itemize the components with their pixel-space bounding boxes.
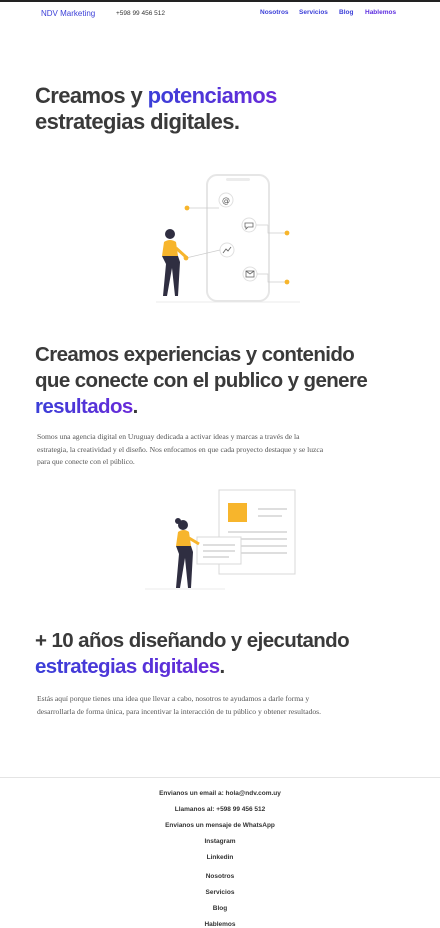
documents-person-illustration <box>145 489 296 590</box>
agency-description-line1: Somos una agencia digital en Uruguay ded… <box>37 432 300 441</box>
top-navbar: NDV Marketing +598 99 456 512 Nosotros S… <box>0 0 440 24</box>
agency-description: Somos una agencia digital en Uruguay ded… <box>37 431 403 469</box>
idea-description-line2: desarrollarla de forma única, para incen… <box>37 706 322 716</box>
footer-link-blog[interactable]: Blog <box>0 905 440 912</box>
experiences-heading-line1: Creamos experiencias y contenido <box>35 343 355 366</box>
nav-blog[interactable]: Blog <box>339 9 353 16</box>
hero-title-start: Creamos y <box>35 83 148 108</box>
footer-call-link[interactable]: Llamanos al: +598 99 456 512 <box>0 806 440 813</box>
footer-link-servicios[interactable]: Servicios <box>0 889 440 896</box>
hero-title-accent: potenciamos <box>147 83 278 108</box>
footer-email-link[interactable]: Envianos un email a: hola@ndv.com.uy <box>0 790 440 797</box>
experiences-heading-accent: resultados <box>35 395 133 418</box>
footer-link-hablemos[interactable]: Hablemos <box>0 921 440 928</box>
experiences-heading-line2: que conecte con el publico y genere <box>35 369 368 392</box>
experience-years-heading: + 10 años diseñando y ejecutando estrate… <box>35 628 350 680</box>
svg-text:@: @ <box>222 196 230 205</box>
experiences-heading-period: . <box>132 395 139 418</box>
nav-hablemos[interactable]: Hablemos <box>365 9 396 16</box>
nav-servicios[interactable]: Servicios <box>299 9 328 16</box>
nav-nosotros[interactable]: Nosotros <box>260 9 289 16</box>
experiences-heading: Creamos experiencias y contenido que con… <box>35 342 368 420</box>
experience-years-heading-period: . <box>219 655 226 678</box>
hero-title: Creamos y potenciamos estrategias digita… <box>35 83 277 135</box>
phone-person-illustration: @ <box>156 174 300 303</box>
brand-logo-text[interactable]: NDV Marketing <box>41 9 95 18</box>
footer-instagram-link[interactable]: Instagram <box>0 838 440 845</box>
footer-whatsapp-link[interactable]: Envianos un mensaje de WhatsApp <box>0 822 440 829</box>
idea-description: Estás aquí porque tienes una idea que ll… <box>37 693 403 718</box>
experience-years-heading-line1: + 10 años diseñando y ejecutando <box>35 629 350 652</box>
experience-years-heading-accent: estrategias digitales <box>35 655 220 678</box>
agency-description-line2: estrategia, la creatividad y el diseño. … <box>37 444 324 454</box>
footer-linkedin-link[interactable]: Linkedin <box>0 854 440 861</box>
footer-link-nosotros[interactable]: Nosotros <box>0 873 440 880</box>
agency-description-line3: para que conecte con el público. <box>37 457 135 466</box>
header-phone[interactable]: +598 99 456 512 <box>116 10 165 17</box>
idea-description-line1: Estás aquí porque tienes una idea que ll… <box>37 694 310 703</box>
footer: Envianos un email a: hola@ndv.com.uy Lla… <box>0 777 440 928</box>
hero-title-line2: estrategias digitales. <box>35 109 240 134</box>
